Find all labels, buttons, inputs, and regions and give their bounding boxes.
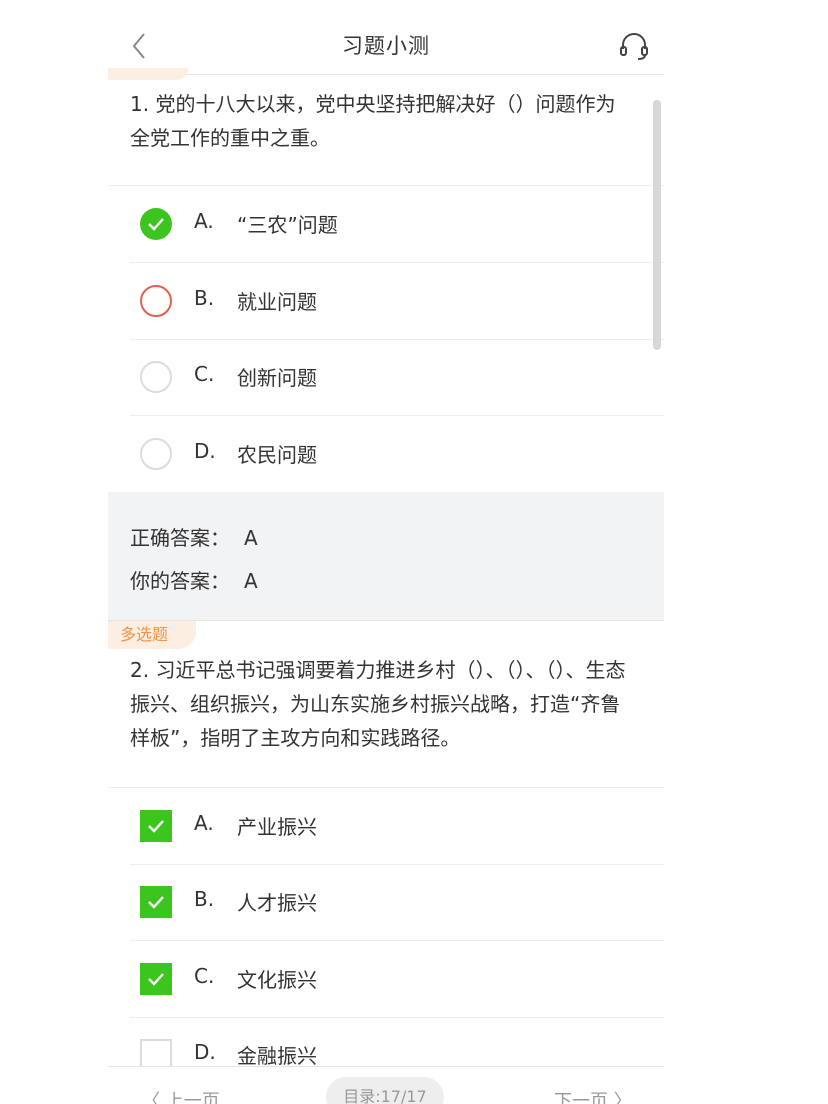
- q2-option-c[interactable]: C. 文化振兴: [108, 941, 664, 1017]
- q1-option-b[interactable]: B. 就业问题: [108, 263, 664, 339]
- q2-option-a[interactable]: A. 产业振兴: [108, 788, 664, 864]
- radio-circle-icon: [140, 361, 172, 393]
- radio-circle-icon: [140, 285, 172, 317]
- prev-page-button[interactable]: 〈 上一页: [142, 1087, 220, 1104]
- your-answer-row: 你的答案： A: [130, 565, 258, 594]
- option-text: 金融振兴: [237, 1044, 317, 1066]
- option-letter: A.: [194, 811, 214, 835]
- answer-panel: 正确答案： A 你的答案： A: [108, 492, 664, 620]
- correct-answer-value: A: [244, 526, 258, 550]
- radio-circle-icon: [140, 438, 172, 470]
- nav-bar: 习题小测: [108, 0, 664, 75]
- question-type-tag: 多选题: [108, 621, 196, 649]
- correct-answer-row: 正确答案： A: [130, 522, 258, 551]
- option-letter: C.: [194, 362, 215, 386]
- checkbox-checked-icon: [140, 886, 172, 918]
- option-text: 就业问题: [237, 290, 317, 314]
- option-text: 创新问题: [237, 366, 317, 390]
- checkbox-icon: [140, 1039, 172, 1066]
- question-2-text: 2. 习近平总书记强调要着力推进乡村（）、（）、（）、生态振兴、组织振兴，为山东…: [130, 658, 626, 750]
- quiz-scroll-area[interactable]: 1. 党的十八大以来，党中央坚持把解决好（）问题作为全党工作的重中之重。 A. …: [108, 75, 664, 1066]
- bottom-nav-bar: 〈 上一页 目录:17/17 下一页 〉: [108, 1066, 664, 1104]
- option-letter: D.: [194, 439, 216, 463]
- option-letter: B.: [194, 286, 215, 310]
- your-answer-value: A: [244, 569, 258, 593]
- option-text: “三农”问题: [237, 213, 338, 237]
- check-circle-icon: [140, 208, 172, 240]
- customer-service-button[interactable]: [618, 30, 650, 62]
- option-letter: C.: [194, 964, 215, 988]
- page-title: 习题小测: [342, 34, 430, 58]
- headset-icon: [620, 33, 648, 60]
- question-1-text: 1. 党的十八大以来，党中央坚持把解决好（）问题作为全党工作的重中之重。: [130, 92, 616, 150]
- app-screen: 习题小测 1. 党的十八大以来，党中央坚持把解决好（）问题作为全党工作的重中之重…: [108, 0, 664, 1104]
- correct-answer-label: 正确答案：: [130, 526, 230, 550]
- q1-option-d[interactable]: D. 农民问题: [108, 416, 664, 492]
- option-text: 农民问题: [237, 443, 317, 467]
- q2-option-b[interactable]: B. 人才振兴: [108, 864, 664, 940]
- option-text: 产业振兴: [237, 815, 317, 839]
- checkbox-checked-icon: [140, 810, 172, 842]
- option-letter: B.: [194, 887, 215, 911]
- q2-option-d[interactable]: D. 金融振兴: [108, 1017, 664, 1066]
- your-answer-label: 你的答案：: [130, 569, 230, 593]
- next-page-button[interactable]: 下一页 〉: [554, 1087, 632, 1104]
- option-letter: D.: [194, 1040, 216, 1064]
- q1-option-a[interactable]: A. “三农”问题: [108, 186, 664, 262]
- q1-option-c[interactable]: C. 创新问题: [108, 339, 664, 415]
- option-letter: A.: [194, 209, 214, 233]
- catalog-button[interactable]: 目录:17/17: [326, 1077, 444, 1104]
- checkbox-checked-icon: [140, 963, 172, 995]
- option-text: 人才振兴: [237, 891, 317, 915]
- scrollbar[interactable]: [653, 100, 661, 350]
- option-text: 文化振兴: [237, 968, 317, 992]
